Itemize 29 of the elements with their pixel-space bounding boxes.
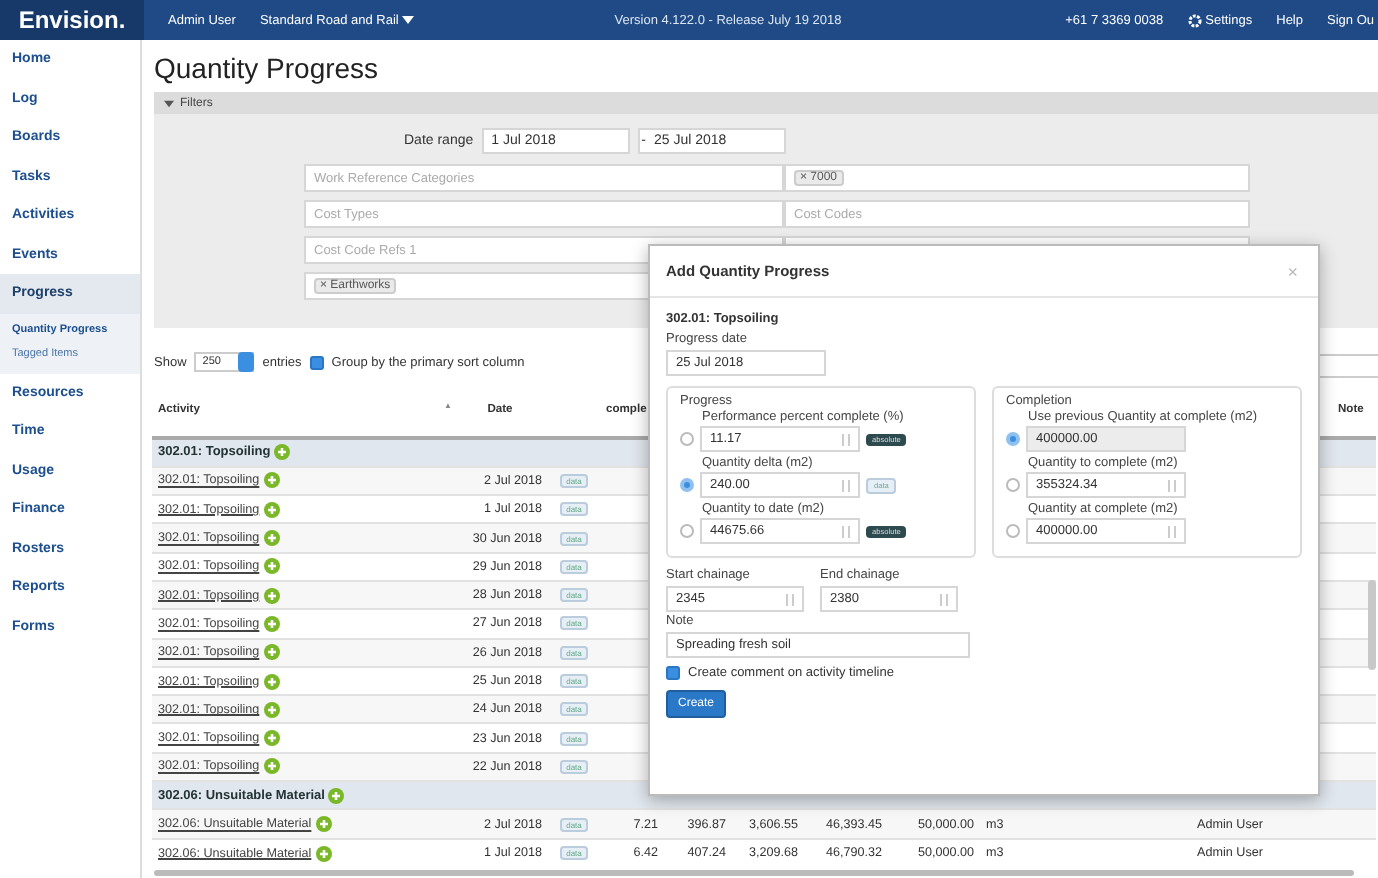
plus-circle-icon[interactable] — [263, 587, 280, 604]
caret-icon — [164, 99, 174, 107]
plus-circle-icon[interactable] — [263, 558, 280, 575]
settings-icon — [1187, 13, 1202, 27]
radio-button[interactable] — [1006, 524, 1020, 538]
plus-circle-icon[interactable] — [263, 530, 280, 547]
horizontal-scrollbar[interactable] — [154, 870, 1354, 877]
caret-icon — [402, 16, 415, 24]
group-checkbox[interactable] — [309, 355, 324, 369]
plus-circle-icon[interactable] — [315, 816, 332, 832]
comment-checkbox[interactable] — [666, 666, 680, 680]
radio-button[interactable] — [680, 524, 694, 538]
plus-circle-icon[interactable] — [263, 472, 280, 489]
plus-circle-icon[interactable] — [274, 444, 291, 461]
plus-circle-icon[interactable] — [263, 501, 280, 518]
page-title: Quantity Progress — [154, 50, 381, 88]
radio-button[interactable] — [680, 432, 694, 446]
vertical-scrollbar[interactable] — [1368, 580, 1376, 670]
radio-button[interactable] — [680, 478, 694, 492]
plus-circle-icon[interactable] — [328, 787, 345, 804]
plus-circle-icon[interactable] — [263, 701, 280, 718]
plus-circle-icon[interactable] — [263, 644, 280, 661]
radio-button[interactable] — [1006, 478, 1020, 492]
plus-circle-icon[interactable] — [263, 730, 280, 747]
plus-circle-icon[interactable] — [263, 758, 280, 775]
brand-logo[interactable]: Envision. — [0, 0, 144, 40]
plus-circle-icon[interactable] — [263, 615, 280, 632]
plus-circle-icon[interactable] — [263, 673, 280, 690]
plus-circle-icon[interactable] — [315, 845, 332, 862]
